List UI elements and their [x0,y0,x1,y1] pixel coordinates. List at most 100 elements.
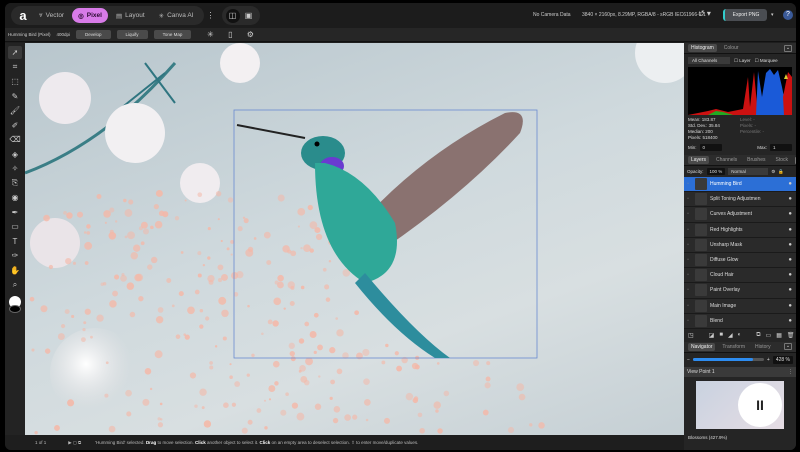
fx-icon[interactable]: ◐ [738,332,742,339]
fill-tool-icon[interactable]: ◈ [8,148,22,161]
play-icon[interactable]: ▶ ◻ ⧉ [68,440,81,446]
zoom-tool-icon[interactable]: ⌕ [8,278,22,291]
layer-row[interactable]: ▫ Split Toning Adjustmen ● [684,192,796,208]
zoom-slider[interactable] [692,358,764,362]
export-png-button[interactable]: Export PNG [723,9,767,21]
opacity-field[interactable]: 100 % [706,168,726,175]
pen-tool-icon[interactable]: ✒ [8,206,22,219]
snapping-icon[interactable]: ↺ ▾ [698,9,711,18]
affinity-logo[interactable]: a [15,8,31,23]
layer-row[interactable]: ▫ Curves Adjustment ● [684,207,796,223]
visibility-toggle[interactable]: ▫ [684,181,692,187]
mask-icon[interactable]: ■ [719,332,723,339]
brush-tool-icon[interactable]: 🖌 [8,104,22,117]
settings-icon[interactable]: ⚙ [771,169,775,175]
dodge-tool-icon[interactable]: ✧ [8,162,22,175]
min-field[interactable]: 0 [699,144,722,151]
liquify-button[interactable]: Liquify [116,30,148,39]
layer-row[interactable]: ▫ Cloud Hair ● [684,268,796,284]
crop-tool-icon[interactable]: ⌗ [8,61,22,74]
layer-row[interactable]: ▫ Humming Bird ● [684,177,796,193]
visibility-toggle[interactable]: ▫ [684,303,692,309]
clone-tool-icon[interactable]: ⎘ [8,177,22,190]
layer-row[interactable]: ▫ Paint Overlay ● [684,283,796,299]
visibility-toggle[interactable]: ▫ [684,196,692,202]
eye-icon[interactable]: ● [788,272,792,278]
move-tool-icon[interactable]: ➚ [8,46,22,59]
persona-vector[interactable]: ⩔ Vector [33,8,70,23]
eye-icon[interactable]: ● [788,318,792,324]
selection-tool-icon[interactable]: ⬚ [8,75,22,88]
mask-mode-icon[interactable]: ◫ [225,8,240,23]
tab-brushes[interactable]: Brushes [744,156,768,164]
zoom-field[interactable]: 428 % [772,355,793,364]
trash-icon[interactable]: 🗑 [787,332,795,339]
persona-layout[interactable]: ▤ Layout [110,8,151,23]
group-icon[interactable]: ▭ [766,332,772,339]
text-tool-icon[interactable]: T [8,235,22,248]
settings-icon[interactable]: ⚙ [243,28,257,42]
layer-row[interactable]: ▫ Blend ● [684,313,796,329]
tone-map-button[interactable]: Tone Map [153,30,192,39]
tab-stock[interactable]: Stock [773,156,792,164]
lock-icon[interactable]: 🔒 [778,169,784,175]
help-button[interactable]: ? [783,10,793,20]
sparkle-icon[interactable]: ✳ [203,28,217,42]
zoom-in-icon[interactable]: + [767,357,770,363]
export-dropdown-icon[interactable]: ▾ [771,12,774,18]
visibility-toggle[interactable]: ▫ [684,242,692,248]
background-colour[interactable] [9,305,21,313]
grid-icon[interactable]: ▦ [776,332,782,339]
eraser-tool-icon[interactable]: ⌫ [8,133,22,146]
layer-checkbox[interactable]: ☐ Layer [734,58,751,64]
collapse-icon[interactable]: ⌄ [784,44,792,52]
collapse-icon[interactable]: ⌄ [795,156,796,164]
eye-icon[interactable]: ● [788,196,792,202]
viewpoint-select[interactable]: View Point 1 ⋮ [684,366,796,377]
visibility-toggle[interactable]: ▫ [684,227,692,233]
eye-icon[interactable]: ● [788,303,792,309]
visibility-toggle[interactable]: ▫ [684,318,692,324]
max-field[interactable]: 1 [770,144,792,151]
collapse-icon[interactable]: ⌄ [784,343,792,351]
layer-row[interactable]: ▫ Main Image ● [684,298,796,314]
visibility-toggle[interactable]: ▫ [684,272,692,278]
layer-row[interactable]: ▫ Red Highlights ● [684,222,796,238]
pause-icon[interactable]: II [738,382,782,427]
develop-button[interactable]: Develop [76,30,111,39]
duplicate-icon[interactable]: ⧉ [756,332,760,339]
shape-tool-icon[interactable]: ▭ [8,220,22,233]
visibility-toggle[interactable]: ▫ [684,287,692,293]
eye-icon[interactable]: ● [788,287,792,293]
layer-row[interactable]: ▫ Diffuse Glow ● [684,252,796,269]
more-icon[interactable]: ⋮ [788,369,793,375]
crop-icon[interactable]: ▯ [223,28,237,42]
blend-mode-select[interactable]: Normal [728,168,769,175]
add-pixel-layer-icon[interactable]: ◳ [688,332,694,339]
adjustment-icon[interactable]: ◪ [709,332,715,339]
hand-tool-icon[interactable]: ✋ [8,264,22,277]
blur-tool-icon[interactable]: ◉ [8,191,22,204]
eye-icon[interactable]: ● [788,257,792,263]
persona-pixel[interactable]: ◎ Pixel [72,8,108,23]
eye-icon[interactable]: ● [788,181,792,187]
live-filter-icon[interactable]: ◢ [728,332,733,339]
persona-canva-ai[interactable]: ✳ Canva AI [153,8,200,23]
tab-navigator[interactable]: Navigator [688,342,716,351]
eye-icon[interactable]: ● [788,242,792,248]
tab-histogram[interactable]: Histogram [688,44,717,52]
tab-channels[interactable]: Channels [713,156,740,164]
visibility-toggle[interactable]: ▫ [684,257,692,263]
tab-layers[interactable]: Layers [688,156,710,164]
paint-tool-icon[interactable]: ✐ [8,119,22,132]
layer-row[interactable]: ▫ Unsharp Mask ● [684,237,796,253]
more-icon[interactable]: ⋮ [204,9,218,23]
marquee-checkbox[interactable]: ☐ Marquee [755,58,778,64]
tab-transform[interactable]: Transform [719,343,748,351]
eye-icon[interactable]: ● [788,227,792,233]
eyedropper-tool-icon[interactable]: ✑ [8,249,22,262]
zoom-out-icon[interactable]: − [687,357,690,363]
channel-select[interactable]: All Channels [688,57,730,64]
fullscreen-icon[interactable]: ▣ [242,9,256,23]
navigator-preview[interactable]: II [696,380,784,429]
